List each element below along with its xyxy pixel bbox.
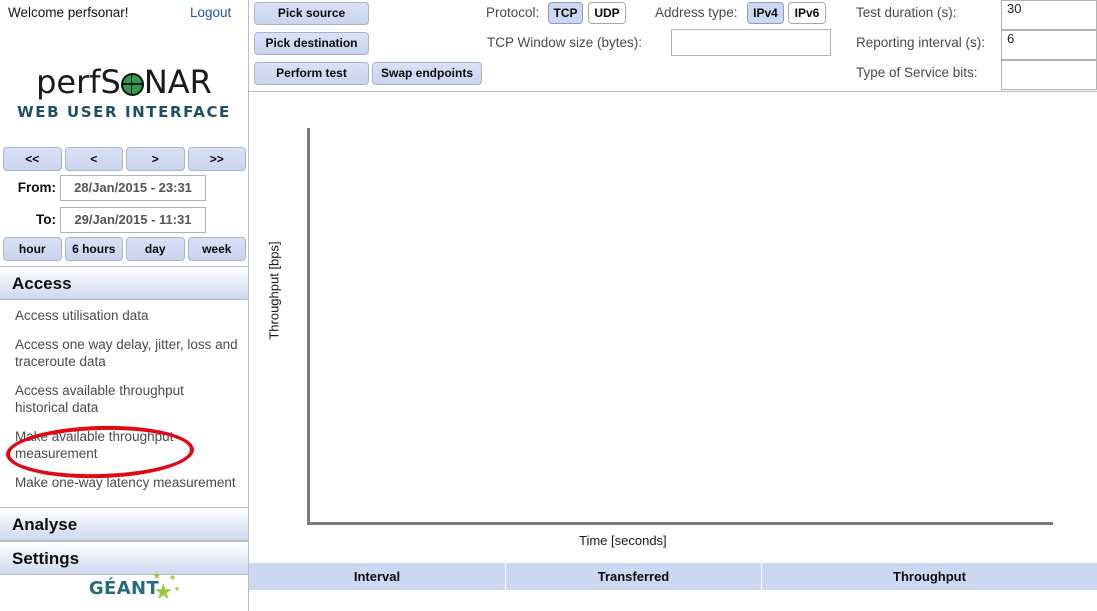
sidebar-item-access-throughput-history[interactable]: Access available throughput historical d… [0,376,248,422]
protocol-udp-toggle[interactable]: UDP [588,2,626,24]
date-from-input[interactable]: 28/Jan/2015 - 23:31 [60,175,206,201]
sidebar-item-access-owd-jitter-loss[interactable]: Access one way delay, jitter, loss and t… [0,330,248,376]
sidebar-item-make-throughput-measurement[interactable]: Make available throughput measurement [0,422,248,468]
geant-logo-text: GÉANT [88,578,160,599]
tcp-window-size-input[interactable] [671,29,831,56]
pick-source-button[interactable]: Pick source [254,2,369,25]
brand-logo: perfS NAR WEB USER INTERFACE [0,62,248,121]
tcp-window-size-label: TCP Window size (bytes): [487,35,643,50]
perfsonar-web-ui: Welcome perfsonar! Logout perfS NAR WEB U… [0,0,1097,611]
perform-test-button[interactable]: Perform test [254,62,369,85]
sidebar: Welcome perfsonar! Logout perfS NAR WEB U… [0,0,249,611]
address-type-label: Address type: [655,5,738,20]
logout-link[interactable]: Logout [190,5,231,20]
results-table-body [249,590,1097,611]
sidebar-section-settings[interactable]: Settings [0,541,248,575]
brand-wordmark: perfS NAR [0,62,248,102]
sidebar-item-access-utilisation[interactable]: Access utilisation data [0,301,248,330]
brand-text-part1: perfS [36,63,121,101]
results-table-header-row: Interval Transferred Throughput [249,563,1097,590]
welcome-bar: Welcome perfsonar! Logout [0,0,248,26]
range-last-button[interactable]: >> [187,147,246,171]
address-ipv6-toggle[interactable]: IPv6 [788,2,826,24]
type-of-service-label: Type of Service bits: [856,65,978,80]
preset-day-button[interactable]: day [126,237,185,261]
range-first-button[interactable]: << [3,147,62,171]
sidebar-item-make-owl-measurement[interactable]: Make one-way latency measurement [0,468,248,497]
swap-endpoints-button[interactable]: Swap endpoints [372,62,482,85]
test-duration-input[interactable]: 30 [1001,0,1097,30]
date-to-row: To: 29/Jan/2015 - 11:31 [0,207,248,237]
chart-y-axis-label: Throughput [bps] [266,241,282,340]
pick-destination-button[interactable]: Pick destination [254,32,369,55]
chart-x-axis [307,522,1053,525]
reporting-interval-input[interactable]: 6 [1001,30,1097,60]
results-table: Interval Transferred Throughput [249,563,1097,611]
star-icon-large: ★ [153,579,174,604]
brand-text-part2: NAR [143,63,212,101]
protocol-tcp-toggle[interactable]: TCP [548,2,583,24]
range-nav-buttons: << < > >> [3,147,246,171]
preset-hour-button[interactable]: hour [3,237,62,261]
type-of-service-input[interactable] [1001,60,1097,90]
star-icon-small-b: ★ [169,573,177,582]
sidebar-section-access[interactable]: Access [0,266,248,300]
results-column-transferred: Transferred [506,563,762,590]
test-duration-label: Test duration (s): [856,5,957,20]
chart-y-axis [307,128,310,525]
preset-6hours-button[interactable]: 6 hours [64,237,123,261]
address-ipv4-toggle[interactable]: IPv4 [747,2,784,24]
reporting-interval-label: Reporting interval (s): [856,35,986,50]
range-next-button[interactable]: > [126,147,185,171]
welcome-text: Welcome perfsonar! [8,5,129,20]
geant-logo-wrap: GÉANT ★ ★ ★ ★ [88,572,180,603]
brand-subtitle: WEB USER INTERFACE [17,103,231,121]
date-from-label: From: [17,180,56,195]
globe-icon [120,73,144,96]
results-column-throughput: Throughput [762,563,1097,590]
chart-x-axis-label: Time [seconds] [579,533,667,548]
test-configuration-toolbar: Pick source Pick destination Perform tes… [249,0,1097,92]
range-prev-button[interactable]: < [64,147,123,171]
results-column-interval: Interval [249,563,506,590]
date-from-row: From: 28/Jan/2015 - 23:31 [0,175,248,205]
sidebar-menu-access: Access utilisation data Access one way d… [0,301,248,497]
geant-logo: GÉANT ★ ★ ★ ★ [0,572,248,603]
star-icon-small-c: ★ [173,586,181,593]
protocol-label: Protocol: [486,5,540,20]
star-icon-small-a: ★ [152,571,162,582]
date-to-label: To: [36,212,56,227]
range-preset-buttons: hour 6 hours day week [3,237,246,261]
date-to-input[interactable]: 29/Jan/2015 - 11:31 [60,207,206,233]
throughput-chart: Throughput [bps] Time [seconds] [249,93,1097,563]
sidebar-section-analyse[interactable]: Analyse [0,507,248,541]
preset-week-button[interactable]: week [187,237,246,261]
